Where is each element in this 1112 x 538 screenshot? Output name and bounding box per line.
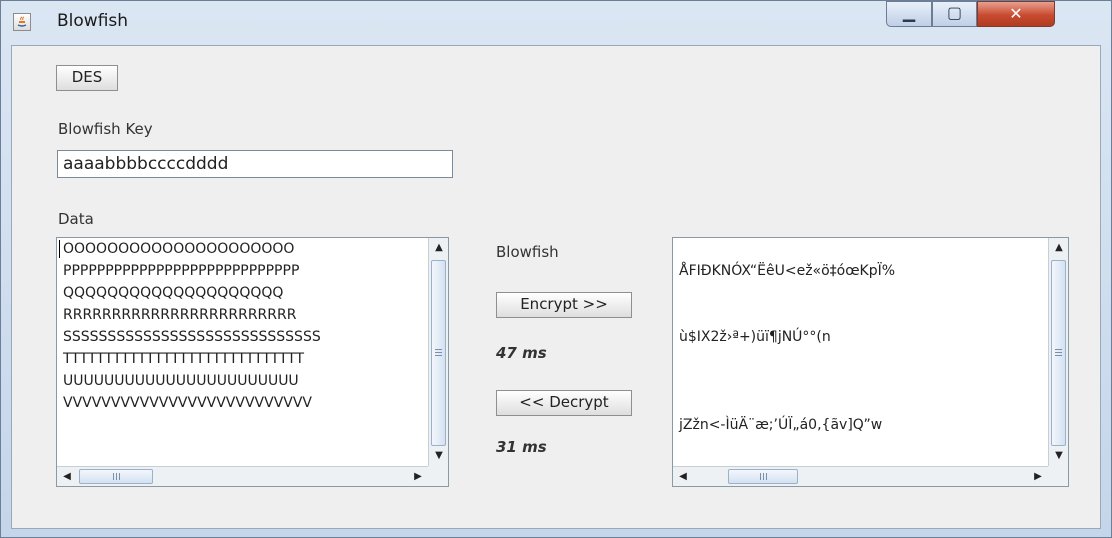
horizontal-scroll-thumb[interactable]	[79, 469, 153, 484]
text-caret	[59, 240, 60, 258]
output-line: jZžn<-ÌüÄ¨æ;’ÚÏ„á0,{ãv]Q”w	[679, 417, 883, 433]
java-app-icon	[13, 13, 31, 31]
data-line: TTTTTTTTTTTTTTTTTTTTTTTTTTTTT	[63, 351, 305, 367]
vertical-scroll-thumb[interactable]	[431, 260, 446, 446]
data-text-area[interactable]: OOOOOOOOOOOOOOOOOOOOO PPPPPPPPPPPPPPPPPPP…	[56, 237, 449, 487]
maximize-icon: ▢	[946, 3, 963, 22]
data-line: QQQQQQQQQQQQQQQQQQQQ	[63, 285, 284, 301]
content-panel: DES Blowfish Key aaaabbbbccccdddd Data O…	[11, 45, 1101, 529]
scroll-left-arrow-icon[interactable]: ◀	[673, 467, 693, 486]
data-line: VVVVVVVVVVVVVVVVVVVVVVVVVV	[63, 395, 313, 411]
window-title: Blowfish	[57, 11, 129, 31]
data-line: OOOOOOOOOOOOOOOOOOOOO	[63, 241, 295, 257]
scroll-left-arrow-icon[interactable]: ◀	[57, 467, 77, 486]
des-button[interactable]: DES	[56, 65, 118, 91]
output-horizontal-scrollbar[interactable]: ◀ ▶	[673, 466, 1048, 486]
scroll-right-arrow-icon[interactable]: ▶	[408, 467, 428, 486]
data-horizontal-scrollbar[interactable]: ◀ ▶	[57, 466, 428, 486]
minimize-icon: ▁	[902, 3, 916, 22]
title-bar[interactable]: Blowfish ▁ ▢ ✕	[1, 1, 1111, 43]
scroll-right-arrow-icon[interactable]: ▶	[1028, 467, 1048, 486]
minimize-button[interactable]: ▁	[886, 1, 932, 27]
scroll-up-arrow-icon[interactable]: ▲	[429, 238, 448, 258]
close-button[interactable]: ✕	[977, 1, 1055, 27]
scroll-down-arrow-icon[interactable]: ▼	[429, 446, 448, 466]
encrypt-button[interactable]: Encrypt >>	[496, 292, 632, 318]
decrypt-time: 31 ms	[496, 438, 547, 456]
data-line: PPPPPPPPPPPPPPPPPPPPPPPPPPPP	[63, 263, 300, 279]
data-line: RRRRRRRRRRRRRRRRRRRRRRRR	[63, 307, 297, 323]
output-vertical-scrollbar[interactable]: ▲ ▼	[1048, 238, 1068, 466]
algorithm-label: Blowfish	[496, 243, 559, 261]
horizontal-scroll-thumb[interactable]	[728, 469, 798, 484]
encrypt-time: 47 ms	[496, 344, 547, 362]
data-label: Data	[58, 210, 94, 228]
data-vertical-scrollbar[interactable]: ▲ ▼	[428, 238, 448, 466]
blowfish-key-field[interactable]: aaaabbbbccccdddd	[57, 150, 453, 178]
app-window: Blowfish ▁ ▢ ✕ DES Blowfish Key aaaabbbb…	[0, 0, 1112, 538]
scroll-corner	[428, 466, 448, 486]
decrypt-button[interactable]: << Decrypt	[496, 390, 632, 416]
output-line: ù$IX2ž›ª+)üï¶jNÚ°°(n	[679, 329, 831, 345]
data-line: UUUUUUUUUUUUUUUUUUUUUUU	[63, 373, 299, 389]
scroll-up-arrow-icon[interactable]: ▲	[1049, 238, 1068, 258]
scroll-down-arrow-icon[interactable]: ▼	[1049, 446, 1068, 466]
output-text-area[interactable]: ÅFIÐKNÓX“ËêU<ež«ö‡óœKpÏ% ù$IX2ž›ª+)üï¶jN…	[672, 237, 1069, 487]
blowfish-key-label: Blowfish Key	[58, 120, 153, 138]
maximize-button[interactable]: ▢	[932, 1, 977, 27]
close-icon: ✕	[1009, 4, 1023, 23]
scroll-corner	[1048, 466, 1068, 486]
vertical-scroll-thumb[interactable]	[1051, 260, 1066, 446]
output-line: ÅFIÐKNÓX“ËêU<ež«ö‡óœKpÏ%	[679, 263, 896, 279]
data-lines: OOOOOOOOOOOOOOOOOOOOO PPPPPPPPPPPPPPPPPPP…	[63, 238, 321, 414]
output-lines: ÅFIÐKNÓX“ËêU<ež«ö‡óœKpÏ% ù$IX2ž›ª+)üï¶jN…	[679, 238, 895, 436]
data-line: SSSSSSSSSSSSSSSSSSSSSSSSSSSSS	[63, 329, 321, 345]
